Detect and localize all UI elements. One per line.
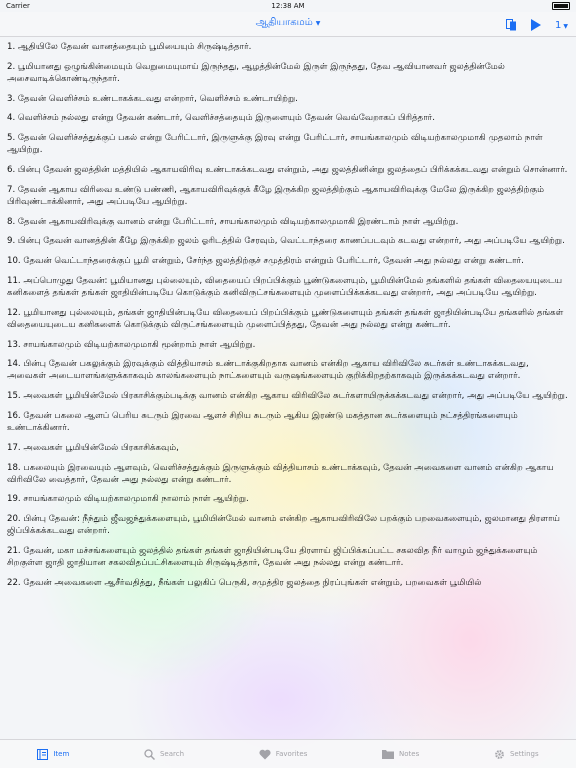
verse-item[interactable]: 20. பின்பு தேவன்: நீந்தும் ஜீவஜந்துக்களை… xyxy=(7,513,568,537)
status-time: 12:38 AM xyxy=(271,2,305,10)
tab-label: Notes xyxy=(399,750,420,758)
tab-label: Favorites xyxy=(275,750,308,758)
verse-item[interactable]: 18. பகலையும் இரவையும் ஆளவும், வெளிச்சத்த… xyxy=(7,462,568,486)
tab-label: Item xyxy=(53,750,70,758)
tab-item[interactable]: Item xyxy=(37,748,70,760)
chapter-selector[interactable]: 1 ▼ xyxy=(555,20,568,31)
chevron-down-icon: ▼ xyxy=(563,23,568,30)
chapter-number: 1 xyxy=(555,20,562,31)
verse-item[interactable]: 14. பின்பு தேவன் பகலுக்கும் இரவுக்கும் வ… xyxy=(7,358,568,382)
search-icon xyxy=(144,748,155,760)
verse-item[interactable]: 15. அவைகள் பூமியின்மேல் பிரகாசிக்கும்படி… xyxy=(7,390,568,402)
book-title: ஆதியாகமம் xyxy=(255,17,313,28)
verse-item[interactable]: 1. ஆதியிலே தேவன் வானத்தையும் பூமியையும் … xyxy=(7,41,568,53)
verse-item[interactable]: 6. பின்பு தேவன் ஜலத்தின் மத்தியில் ஆகாயவ… xyxy=(7,164,568,176)
tab-settings[interactable]: Settings xyxy=(494,749,539,760)
verse-item[interactable]: 16. தேவன் பகலை ஆளப் பெரிய சுடரும் இரவை ஆ… xyxy=(7,410,568,434)
status-bar: Carrier 12:38 AM xyxy=(0,0,576,12)
verse-item[interactable]: 7. தேவன் ஆகாய விரிவை உண்டு பண்ணி, ஆகாயவி… xyxy=(7,184,568,208)
verse-list[interactable]: 1. ஆதியிலே தேவன் வானத்தையும் பூமியையும் … xyxy=(0,37,576,740)
verse-item[interactable]: 2. பூமியானது ஒழுங்கின்மையும் வெறுமையுமாய… xyxy=(7,61,568,85)
verse-item[interactable]: 17. அவைகள் பூமியின்மேல் பிரகாசிக்கவும், xyxy=(7,442,568,454)
verse-item[interactable]: 19. சாயங்காலமும் விடியற்காலமுமாகி நாலாம்… xyxy=(7,493,568,505)
verse-item[interactable]: 5. தேவன் வெளிச்சத்துக்குப் பகல் என்று பே… xyxy=(7,132,568,156)
book-icon xyxy=(37,748,49,760)
verse-item[interactable]: 13. சாயங்காலமும் விடியற்காலமுமாகி மூன்றா… xyxy=(7,339,568,351)
tab-favorites[interactable]: Favorites xyxy=(259,749,308,760)
play-icon[interactable] xyxy=(531,16,541,35)
verse-item[interactable]: 8. தேவன் ஆகாயவிரிவுக்கு வானம் என்று பேரி… xyxy=(7,216,568,228)
verse-item[interactable]: 3. தேவன் வெளிச்சம் உண்டாகக்கடவது என்றார்… xyxy=(7,93,568,105)
verse-item[interactable]: 22. தேவன் அவைகளை ஆசீர்வதித்து, நீங்கள் ப… xyxy=(7,577,568,589)
verse-item[interactable]: 9. பின்பு தேவன் வானத்தின் கீழே இருக்கிற … xyxy=(7,235,568,247)
navigation-bar: ஆதியாகமம் ▼ 1 ▼ xyxy=(0,12,576,37)
tab-notes[interactable]: Notes xyxy=(382,749,419,759)
verse-item[interactable]: 21. தேவன், மகா மச்சங்களையும் ஜலத்தில் தங… xyxy=(7,545,568,569)
compare-icon[interactable] xyxy=(506,16,517,35)
folder-icon xyxy=(382,750,395,759)
verse-item[interactable]: 4. வெளிச்சம் நல்லது என்று தேவன் கண்டார்,… xyxy=(7,112,568,124)
tab-label: Search xyxy=(159,750,185,758)
heart-icon xyxy=(259,749,271,759)
book-selector[interactable]: ஆதியாகமம் ▼ xyxy=(0,17,576,29)
battery-icon xyxy=(552,2,570,10)
verse-item[interactable]: 12. பூமியானது புல்லையும், தங்கள் ஜாதியின… xyxy=(7,307,568,331)
tab-search[interactable]: Search xyxy=(144,748,185,760)
verse-item[interactable]: 10. தேவன் வெட்டாந்தரைக்குப் பூமி என்றும்… xyxy=(7,255,568,267)
battery-indicator xyxy=(552,2,570,10)
verse-item[interactable]: 11. அப்பொழுது தேவன்: பூமியானது புல்லையும… xyxy=(7,275,568,299)
gear-icon xyxy=(495,749,504,759)
tab-bar: Item Search Favorites Notes Settings xyxy=(0,739,576,768)
tab-label: Settings xyxy=(509,750,539,758)
chevron-down-icon: ▼ xyxy=(315,20,321,27)
